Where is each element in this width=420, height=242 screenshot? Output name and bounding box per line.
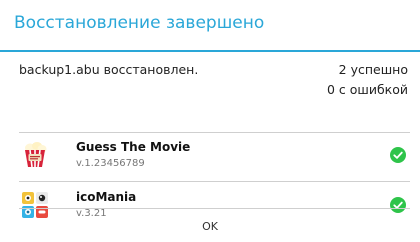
- app-row-guess-the-movie: Guess The Movie v.1.23456789: [0, 134, 420, 182]
- restore-summary: backup1.abu восстановлен.: [19, 62, 199, 77]
- app-version: v.1.23456789: [76, 158, 145, 169]
- dialog-title: Восстановление завершено: [14, 13, 265, 33]
- divider: [19, 132, 410, 133]
- app-name: icoMania: [76, 190, 137, 204]
- dialog-header: Восстановление завершено: [0, 0, 420, 50]
- app-name: Guess The Movie: [76, 140, 191, 154]
- check-icon: [390, 147, 406, 163]
- popcorn-box-icon: [25, 142, 47, 168]
- ok-button[interactable]: OK: [0, 210, 420, 242]
- restore-complete-dialog: Восстановление завершено backup1.abu вос…: [0, 0, 420, 242]
- header-divider: [0, 50, 420, 52]
- error-count: 0 с ошибкой: [326, 82, 408, 97]
- divider: [19, 181, 410, 182]
- success-count: 2 успешно: [338, 62, 408, 77]
- divider: [19, 208, 410, 209]
